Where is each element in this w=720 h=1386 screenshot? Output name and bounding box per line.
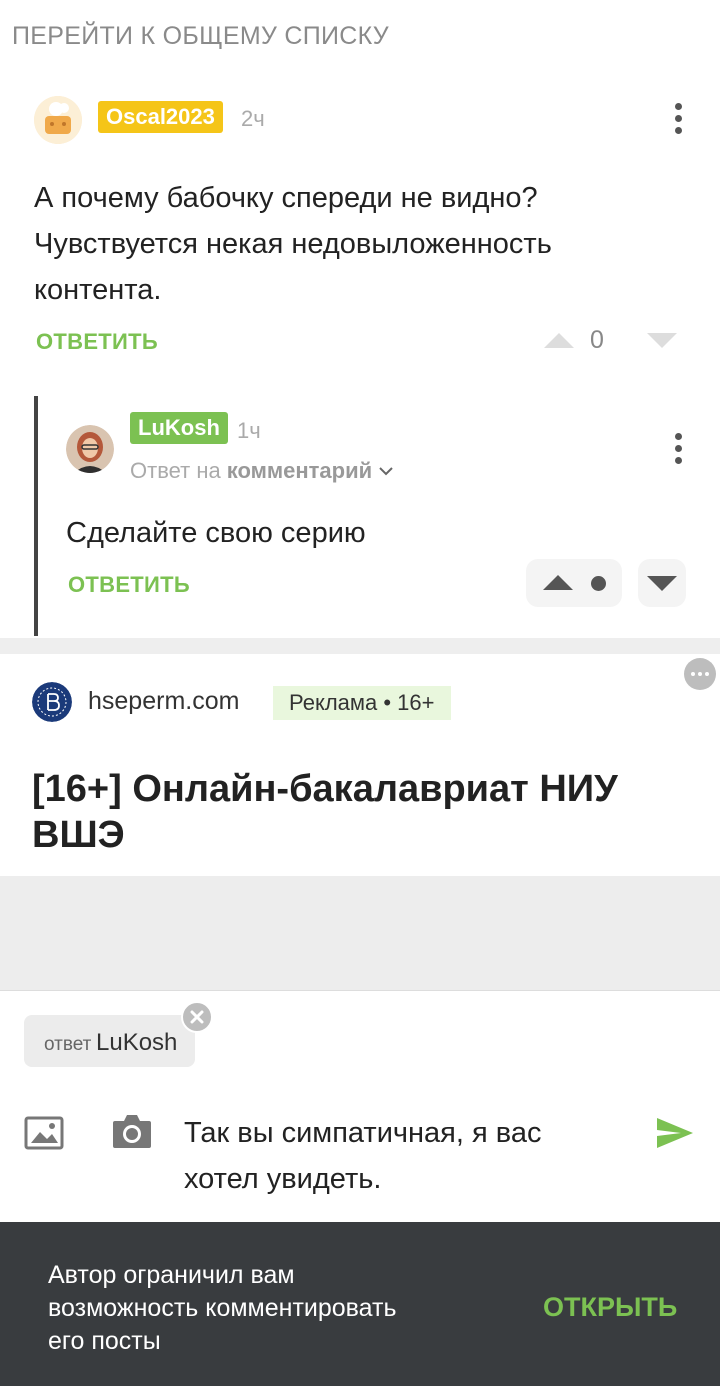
comment-time: 2ч <box>241 106 265 131</box>
section-divider <box>0 638 720 654</box>
ad-media-placeholder[interactable] <box>0 876 720 990</box>
camera-icon[interactable] <box>111 1112 153 1155</box>
upvote-icon-2[interactable] <box>543 575 573 590</box>
comment-author[interactable]: Oscal2023 <box>98 101 223 133</box>
restriction-notice: Автор ограничил вам возможность комменти… <box>0 1222 720 1386</box>
remove-reply-icon[interactable] <box>181 1001 213 1033</box>
rating-dot <box>591 576 606 591</box>
downvote-icon-2 <box>647 576 677 591</box>
reply-to-prefix: Ответ на <box>130 458 221 483</box>
thread-line <box>34 396 38 636</box>
reply-button-2[interactable]: ОТВЕТИТЬ <box>68 572 190 598</box>
reply-time: 1ч <box>237 418 261 443</box>
ad-domain[interactable]: hseperm.com <box>88 687 239 716</box>
ad-logo-icon <box>32 682 72 722</box>
reply-to-target: комментарий <box>226 458 373 483</box>
open-button[interactable]: ОТКРЫТЬ <box>543 1292 677 1323</box>
notice-text: Автор ограничил вам возможность комменти… <box>48 1261 397 1355</box>
downvote-icon[interactable] <box>647 333 677 348</box>
reply-text: Сделайте свою серию <box>66 517 366 549</box>
ad-title[interactable]: [16+] Онлайн-бакалавриат НИУ ВШЭ <box>32 766 692 858</box>
reply-chip-prefix: ответ <box>44 1034 92 1055</box>
reply-to-link[interactable]: Ответ на комментарий <box>130 458 394 484</box>
reply-chip: ответ LuKosh <box>24 1015 195 1067</box>
upvote-icon[interactable] <box>544 333 574 348</box>
vote-group <box>526 559 622 607</box>
downvote-box[interactable] <box>638 559 686 607</box>
send-icon[interactable] <box>656 1117 694 1154</box>
avatar-image <box>34 96 82 144</box>
rating-value: 0 <box>590 326 604 354</box>
reply-author[interactable]: LuKosh <box>130 412 228 444</box>
chevron-down-icon <box>379 467 393 476</box>
reply-chip-name: LuKosh <box>96 1029 178 1056</box>
comment-input[interactable]: Так вы симпатичная, я вас хотел увидеть. <box>184 1110 634 1202</box>
back-to-list-link[interactable]: ПЕРЕЙТИ К ОБЩЕМУ СПИСКУ <box>12 22 389 51</box>
composer-divider <box>0 990 720 991</box>
ad-tag: Реклама • 16+ <box>273 686 451 720</box>
reply-avatar[interactable] <box>66 425 114 473</box>
ad-more-icon[interactable] <box>684 658 716 690</box>
reply-avatar-image <box>66 425 114 473</box>
reply-menu-icon[interactable] <box>673 433 683 464</box>
comment-menu-icon[interactable] <box>673 103 683 134</box>
reply-button[interactable]: ОТВЕТИТЬ <box>36 329 158 355</box>
image-icon[interactable] <box>24 1116 64 1155</box>
comment-text: А почему бабочку спереди не видно? Чувст… <box>34 182 552 306</box>
avatar[interactable] <box>34 96 82 144</box>
